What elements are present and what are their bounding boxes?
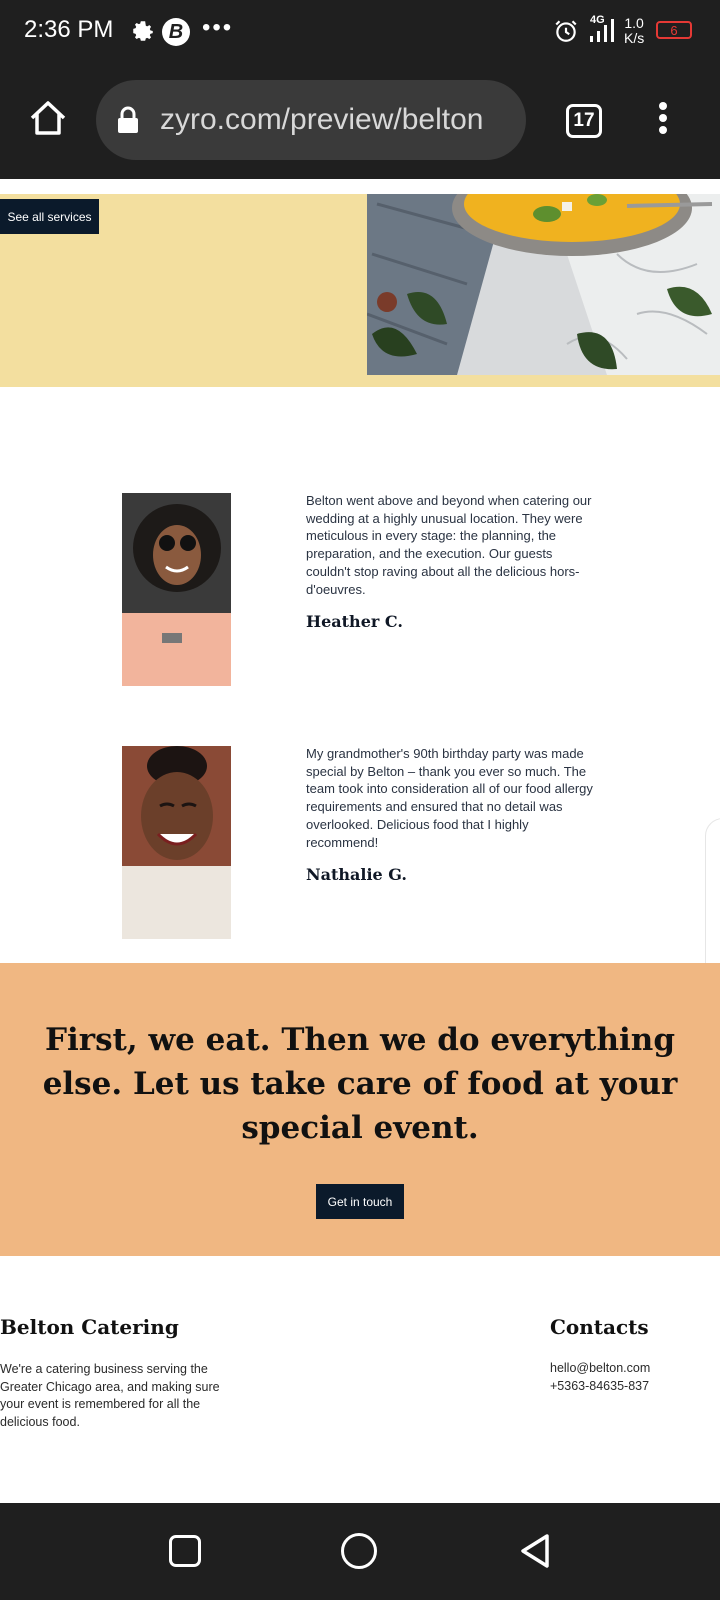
- testimonial-quote: My grandmother's 90th birthday party was…: [306, 746, 593, 850]
- contact-phone-link[interactable]: +5363-84635-837: [550, 1379, 649, 1393]
- url-text[interactable]: zyro.com/preview/belton: [160, 98, 516, 142]
- testimonial-author: Heather C.: [306, 612, 403, 631]
- get-in-touch-button[interactable]: Get in touch: [316, 1184, 404, 1219]
- footer-contacts-title: Contacts: [550, 1315, 649, 1339]
- signal-icon: [590, 19, 614, 42]
- contact-email-link[interactable]: hello@belton.com: [550, 1361, 650, 1375]
- back-icon[interactable]: [518, 1532, 552, 1570]
- cta-heading: First, we eat. Then we do everything els…: [42, 1022, 678, 1146]
- tab-count: 17: [573, 110, 595, 131]
- overflow-menu-icon[interactable]: [654, 100, 674, 140]
- toolbar-divider: [0, 176, 720, 179]
- alarm-icon: [555, 20, 577, 42]
- footer-brand-title: Belton Catering: [0, 1315, 179, 1339]
- heather-photo: [122, 493, 231, 686]
- lock-icon: [118, 106, 138, 133]
- nathalie-photo: [122, 746, 231, 939]
- nav-home-icon[interactable]: [341, 1533, 377, 1569]
- battery-icon: 6: [656, 21, 692, 39]
- speed-value: 1.0: [624, 15, 644, 31]
- testimonial-quote: Belton went above and beyond when cateri…: [306, 493, 592, 597]
- speed-unit: K/s: [624, 30, 645, 46]
- tabs-icon[interactable]: 17: [566, 104, 602, 138]
- gear-icon: [133, 21, 153, 41]
- testimonial-author: Nathalie G.: [306, 865, 407, 884]
- home-icon[interactable]: [26, 96, 70, 140]
- see-all-services-button[interactable]: See all services: [0, 199, 99, 234]
- footer-brand-description: We're a catering business serving the Gr…: [0, 1362, 220, 1430]
- battery-level: 6: [670, 22, 678, 38]
- b-badge-icon: B: [162, 18, 190, 46]
- recents-icon[interactable]: [169, 1535, 201, 1567]
- more-dots-icon: •••: [202, 14, 234, 41]
- soup-bowl-image: [367, 194, 720, 375]
- status-time: 2:36 PM: [24, 16, 114, 43]
- network-speed: 1.0 K/s: [624, 16, 644, 46]
